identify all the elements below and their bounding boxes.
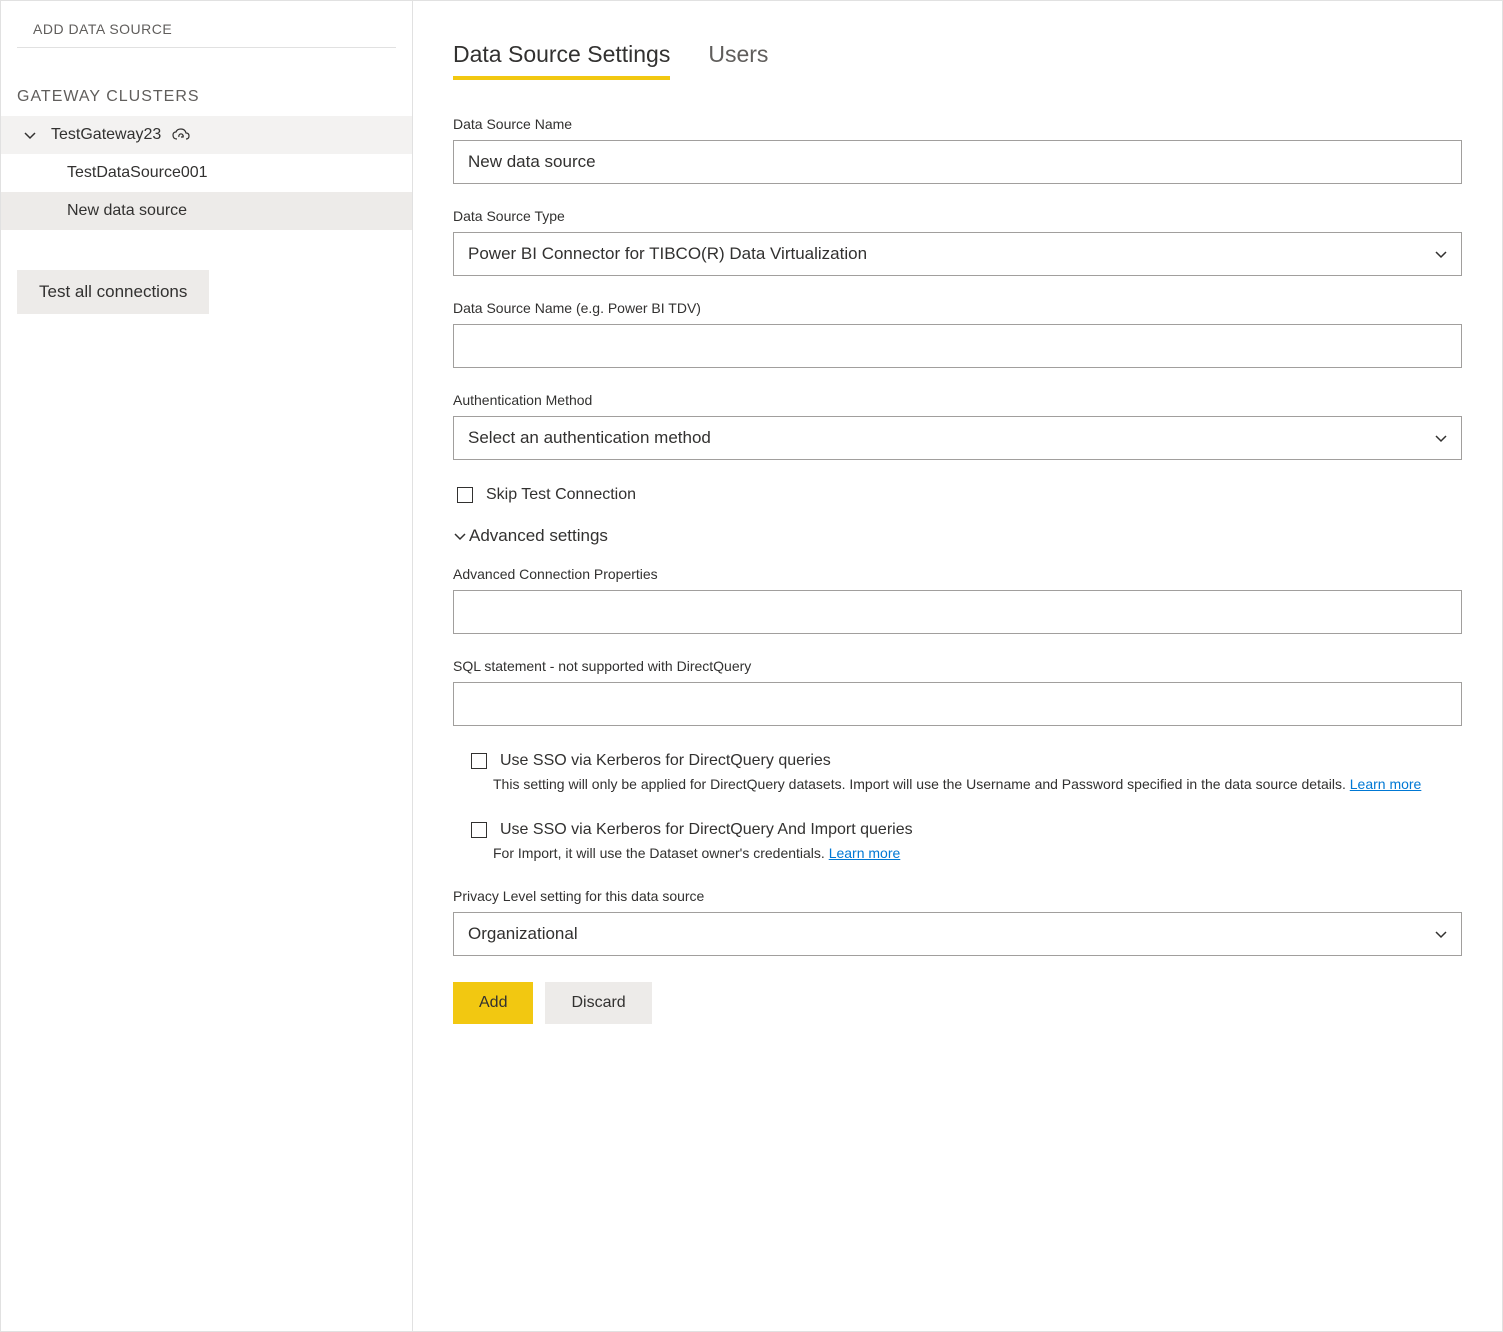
advanced-settings-label: Advanced settings	[469, 526, 608, 546]
discard-button[interactable]: Discard	[545, 982, 651, 1024]
auth-method-value: Select an authentication method	[453, 416, 1462, 460]
sso-directquery-helper: This setting will only be applied for Di…	[493, 774, 1462, 795]
dsn-input[interactable]	[453, 324, 1462, 368]
gateway-cluster-name: TestGateway23	[51, 126, 161, 144]
data-source-type-value: Power BI Connector for TIBCO(R) Data Vir…	[453, 232, 1462, 276]
cloud-refresh-icon	[171, 128, 191, 142]
sso-dq-import-learn-more-link[interactable]: Learn more	[829, 845, 901, 861]
auth-method-label: Authentication Method	[453, 392, 1462, 408]
sso-directquery-row: Use SSO via Kerberos for DirectQuery que…	[467, 750, 1462, 772]
privacy-level-value: Organizational	[453, 912, 1462, 956]
sql-statement-input[interactable]	[453, 682, 1462, 726]
data-source-name-input[interactable]	[453, 140, 1462, 184]
chevron-down-icon	[453, 529, 467, 543]
chevron-down-icon	[23, 128, 37, 142]
skip-test-connection-label: Skip Test Connection	[486, 486, 636, 504]
sql-statement-label: SQL statement - not supported with Direc…	[453, 658, 1462, 674]
sso-dq-import-checkbox[interactable]	[471, 822, 487, 838]
skip-test-connection-checkbox[interactable]	[457, 487, 473, 503]
auth-method-select[interactable]: Select an authentication method	[453, 416, 1462, 460]
adv-conn-props-input[interactable]	[453, 590, 1462, 634]
add-button[interactable]: Add	[453, 982, 533, 1024]
test-all-connections-button[interactable]: Test all connections	[17, 270, 209, 314]
sso-dq-import-label: Use SSO via Kerberos for DirectQuery And…	[500, 821, 913, 839]
skip-test-connection-row: Skip Test Connection	[453, 484, 1462, 506]
sidebar-title: ADD DATA SOURCE	[17, 15, 396, 48]
privacy-level-select[interactable]: Organizational	[453, 912, 1462, 956]
app-root: ADD DATA SOURCE GATEWAY CLUSTERS TestGat…	[0, 0, 1503, 1332]
data-source-type-label: Data Source Type	[453, 208, 1462, 224]
sso-directquery-checkbox[interactable]	[471, 753, 487, 769]
sso-dq-import-helper: For Import, it will use the Dataset owne…	[493, 843, 1462, 864]
main-panel: Data Source Settings Users Data Source N…	[413, 1, 1502, 1331]
dsn-label: Data Source Name (e.g. Power BI TDV)	[453, 300, 1462, 316]
sso-directquery-label: Use SSO via Kerberos for DirectQuery que…	[500, 752, 831, 770]
tab-users[interactable]: Users	[708, 41, 768, 80]
data-source-name-label: Data Source Name	[453, 116, 1462, 132]
sso-directquery-helper-text: This setting will only be applied for Di…	[493, 776, 1350, 792]
sidebar: ADD DATA SOURCE GATEWAY CLUSTERS TestGat…	[1, 1, 413, 1331]
data-source-item-selected[interactable]: New data source	[1, 192, 412, 230]
sso-dq-import-helper-text: For Import, it will use the Dataset owne…	[493, 845, 829, 861]
tabs: Data Source Settings Users	[453, 41, 1462, 80]
advanced-settings-toggle[interactable]: Advanced settings	[453, 526, 1462, 546]
action-buttons: Add Discard	[453, 982, 1462, 1024]
data-source-type-select[interactable]: Power BI Connector for TIBCO(R) Data Vir…	[453, 232, 1462, 276]
gateway-cluster-row[interactable]: TestGateway23	[1, 116, 412, 154]
sso-dq-import-row: Use SSO via Kerberos for DirectQuery And…	[467, 819, 1462, 841]
privacy-level-label: Privacy Level setting for this data sour…	[453, 888, 1462, 904]
data-source-item[interactable]: TestDataSource001	[1, 154, 412, 192]
sso-directquery-learn-more-link[interactable]: Learn more	[1350, 776, 1422, 792]
adv-conn-props-label: Advanced Connection Properties	[453, 566, 1462, 582]
gateway-clusters-heading: GATEWAY CLUSTERS	[1, 48, 412, 116]
tab-settings[interactable]: Data Source Settings	[453, 41, 670, 80]
